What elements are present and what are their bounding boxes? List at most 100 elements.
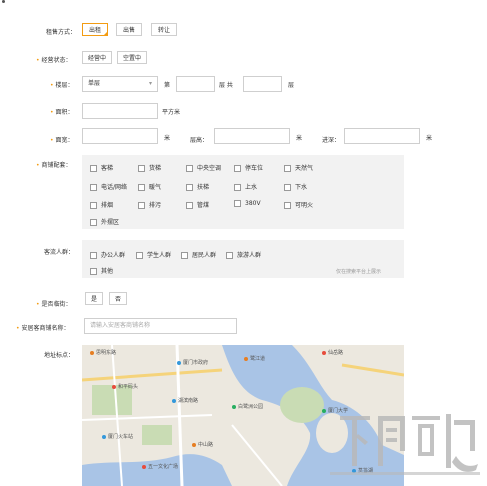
- crowd-checkbox[interactable]: 居民人群: [181, 250, 216, 259]
- map-poi[interactable]: 和平码头: [112, 383, 138, 390]
- poi-dot-icon: [322, 408, 326, 413]
- street-label: • 是否临街：: [36, 301, 72, 308]
- required-marker: •: [36, 57, 40, 64]
- floor-type-select[interactable]: 单层 ▾: [82, 76, 158, 92]
- rent-option-sell-button[interactable]: 出售: [116, 23, 142, 36]
- checkbox-box: [136, 252, 143, 259]
- checkbox-box: [90, 252, 97, 259]
- facility-checkbox[interactable]: 排污: [138, 200, 161, 209]
- street-yes-button[interactable]: 是: [85, 292, 103, 305]
- poi-dot-icon: [244, 356, 248, 361]
- floor-total-input[interactable]: [243, 76, 282, 92]
- crowd-label: 客流人群：: [44, 249, 75, 256]
- poi-dot-icon: [172, 398, 176, 403]
- shop-name-label: • 安居客商铺名称：: [16, 325, 70, 332]
- map-poi[interactable]: 五一文化广场: [142, 463, 178, 470]
- height-input[interactable]: [214, 128, 290, 144]
- facility-checkbox[interactable]: 上水: [234, 182, 257, 191]
- facility-checkbox[interactable]: 外摆区: [90, 217, 119, 226]
- checkbox-box: [138, 202, 145, 209]
- watermark-graphic: [330, 414, 480, 475]
- crowd-checkbox[interactable]: 办公人群: [90, 250, 125, 259]
- checkbox-box: [90, 202, 97, 209]
- checkbox-box: [90, 268, 97, 275]
- height-label: 层高：: [190, 137, 209, 144]
- crowd-checkbox[interactable]: 旅游人群: [226, 250, 261, 259]
- crowd-note: 仅在搜索平台上展示: [336, 269, 382, 275]
- floor-label: • 楼层：: [50, 82, 74, 89]
- facility-checkbox[interactable]: 下水: [284, 182, 307, 191]
- poi-dot-icon: [192, 442, 196, 447]
- required-marker: •: [50, 82, 54, 89]
- facility-checkbox[interactable]: 天然气: [284, 163, 313, 172]
- required-marker: •: [50, 109, 54, 116]
- facility-checkbox[interactable]: 380V: [234, 200, 261, 207]
- status-vacant-button[interactable]: 空置中: [117, 51, 147, 64]
- stray-dot: [2, 0, 5, 3]
- required-marker: •: [36, 301, 40, 308]
- width-label: • 面宽：: [50, 137, 74, 144]
- depth-label: 进深：: [322, 137, 341, 144]
- floor-ceng-gong-text: 层 共: [219, 82, 233, 89]
- poi-dot-icon: [90, 350, 94, 355]
- area-label: • 面积：: [50, 109, 74, 116]
- facility-checkbox[interactable]: 停车位: [234, 163, 263, 172]
- crowd-checkbox[interactable]: 学生人群: [136, 250, 171, 259]
- checkbox-box: [284, 202, 291, 209]
- facility-checkbox[interactable]: 电话/网络: [90, 182, 127, 191]
- map-poi[interactable]: 湖滨南路: [172, 397, 198, 404]
- required-marker: •: [36, 162, 40, 169]
- floor-type-value: 单层: [88, 80, 101, 87]
- depth-unit: 米: [426, 135, 433, 142]
- floor-di-text: 第: [164, 82, 171, 89]
- rent-option-rent-button[interactable]: 出租: [82, 23, 108, 36]
- map-poi[interactable]: 思明东路: [90, 349, 116, 356]
- rent-type-label: 租售方式：: [46, 29, 77, 36]
- width-input[interactable]: [82, 128, 158, 144]
- checkbox-box: [90, 184, 97, 191]
- depth-input[interactable]: [344, 128, 420, 144]
- checkbox-box: [234, 184, 241, 191]
- poi-dot-icon: [112, 384, 116, 389]
- poi-dot-icon: [232, 404, 236, 409]
- checkbox-box: [234, 200, 241, 207]
- floor-number-input[interactable]: [176, 76, 215, 92]
- shop-name-input[interactable]: 请输入安居客商铺名称: [84, 318, 237, 334]
- map-poi[interactable]: 厦门市政府: [177, 359, 208, 366]
- width-unit: 米: [164, 135, 171, 142]
- map-poi[interactable]: 鹭江道: [244, 355, 265, 362]
- checkbox-box: [226, 252, 233, 259]
- facility-checkbox[interactable]: 排烟: [90, 200, 113, 209]
- rent-option-transfer-button[interactable]: 转让: [151, 23, 177, 36]
- crowd-checkbox[interactable]: 其他: [90, 266, 113, 275]
- watermark-logo: [330, 406, 480, 482]
- checkbox-box: [186, 202, 193, 209]
- chevron-down-icon: ▾: [148, 80, 152, 87]
- checkbox-box: [284, 184, 291, 191]
- street-no-button[interactable]: 否: [109, 292, 127, 305]
- checkbox-box: [284, 165, 291, 172]
- map-poi[interactable]: 中山路: [192, 441, 213, 448]
- height-unit: 米: [296, 135, 303, 142]
- area-input[interactable]: [82, 103, 158, 119]
- checkbox-box: [90, 219, 97, 226]
- checkbox-box: [90, 165, 97, 172]
- poi-dot-icon: [322, 350, 326, 355]
- facility-checkbox[interactable]: 客梯: [90, 163, 113, 172]
- facility-checkbox[interactable]: 暖气: [138, 182, 161, 191]
- status-operating-button[interactable]: 经营中: [82, 51, 112, 64]
- checkbox-box: [186, 184, 193, 191]
- facility-checkbox[interactable]: 中央空调: [186, 163, 221, 172]
- business-status-label: • 经营状态：: [36, 57, 72, 64]
- facility-checkbox[interactable]: 可明火: [284, 200, 313, 209]
- map-poi[interactable]: 仙岳路: [322, 349, 343, 356]
- checkbox-box: [181, 252, 188, 259]
- required-marker: •: [16, 325, 20, 332]
- facility-checkbox[interactable]: 扶梯: [186, 182, 209, 191]
- map-poi[interactable]: 白鹭洲公园: [232, 403, 263, 410]
- facility-checkbox[interactable]: 货梯: [138, 163, 161, 172]
- facility-checkbox[interactable]: 管煤: [186, 200, 209, 209]
- checkbox-box: [234, 165, 241, 172]
- poi-dot-icon: [142, 464, 146, 469]
- map-poi[interactable]: 厦门火车站: [102, 433, 133, 440]
